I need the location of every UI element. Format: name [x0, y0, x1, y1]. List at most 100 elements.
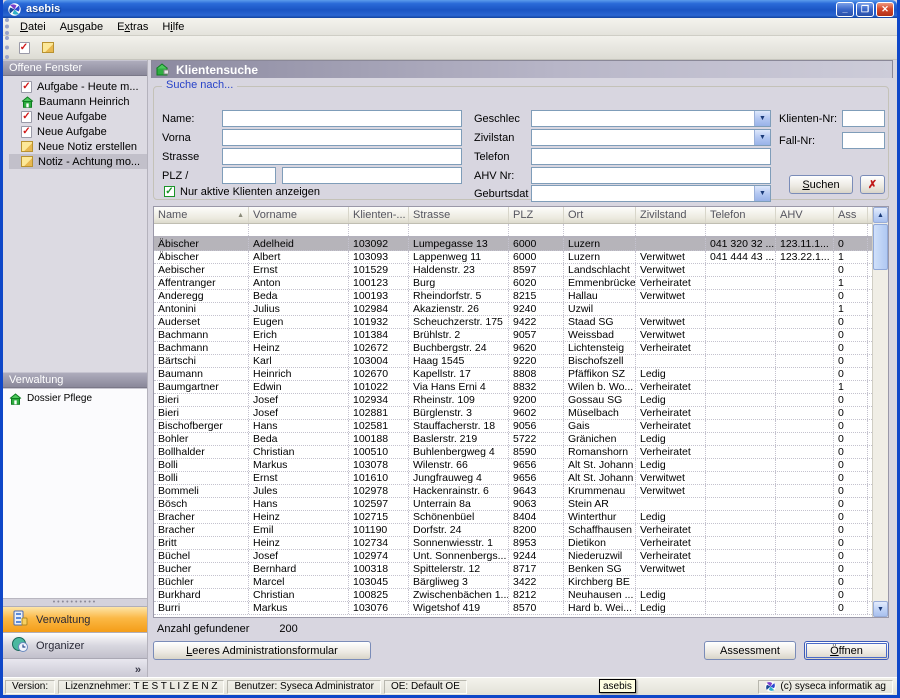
filter-cell[interactable]	[706, 224, 776, 236]
filter-cell[interactable]	[636, 224, 706, 236]
table-row[interactable]: AntoniniJulius102984Akazienstr. 269240Uz…	[154, 303, 888, 316]
table-cell: Bollhalder	[154, 446, 249, 458]
close-button[interactable]: ✕	[876, 2, 894, 17]
filter-cell[interactable]	[154, 224, 249, 236]
table-row[interactable]: BohlerBeda100188Baslerstr. 2195722Gränic…	[154, 433, 888, 446]
filter-cell[interactable]	[834, 224, 868, 236]
vertical-scrollbar[interactable]: ▲ ▼	[872, 207, 888, 617]
table-row[interactable]: BöschHans102597Unterrain 8a9063Stein AR0	[154, 498, 888, 511]
table-row[interactable]: BurriMarkus103076Wigetshof 4198570Hard b…	[154, 602, 888, 615]
menu-item-extras[interactable]: Extras	[110, 19, 155, 35]
table-row[interactable]: BollhalderChristian100510Buhlenbergweg 4…	[154, 446, 888, 459]
filter-cell[interactable]	[776, 224, 834, 236]
column-header-plz[interactable]: PLZ	[509, 207, 564, 223]
nav-button-verwaltung[interactable]: Verwaltung	[3, 606, 147, 632]
table-row[interactable]: BachmannErich101384Brühlstr. 29057Weissb…	[154, 329, 888, 342]
column-header-strasse[interactable]: Strasse	[409, 207, 509, 223]
vorname-input[interactable]	[222, 129, 462, 146]
column-header-vorname[interactable]: Vorname	[249, 207, 349, 223]
sidebar-item-aufgabe-heute-m[interactable]: ✓Aufgabe - Heute m...	[9, 79, 147, 94]
table-row[interactable]: BaumannHeinrich102670Kapellstr. 178808Pf…	[154, 368, 888, 381]
nav-button-organizer[interactable]: Organizer	[3, 632, 147, 658]
restore-button[interactable]: ❐	[856, 2, 874, 17]
sidebar-item-baumann-heinrich[interactable]: Baumann Heinrich	[9, 94, 147, 109]
table-row[interactable]: BolliErnst101610Jungfrauweg 49656Alt St.…	[154, 472, 888, 485]
new-task-button[interactable]: ✓	[13, 38, 35, 58]
table-cell: 9240	[509, 303, 564, 315]
strasse-input[interactable]	[222, 148, 462, 165]
scrollbar-thumb[interactable]	[873, 224, 888, 270]
geschlecht-select[interactable]: ▼	[531, 110, 771, 127]
column-header-klienten[interactable]: Klienten-...	[349, 207, 409, 223]
menu-item-hilfe[interactable]: Hilfe	[155, 19, 191, 35]
admin-form-button[interactable]: Leeres Administrationsformular	[153, 641, 371, 660]
ort-input[interactable]	[282, 167, 462, 184]
filter-cell[interactable]	[349, 224, 409, 236]
assessment-button[interactable]: Assessment	[704, 641, 796, 660]
table-cell: 102984	[349, 303, 409, 315]
table-row[interactable]: ÄbischerAdelheid103092Lumpegasse 136000L…	[154, 238, 888, 251]
minimize-button[interactable]: _	[836, 2, 854, 17]
table-cell	[776, 472, 834, 484]
filter-cell[interactable]	[564, 224, 636, 236]
clear-filter-button[interactable]: ✗	[860, 175, 885, 194]
sidebar-item-dossier-pflege[interactable]: Dossier Pflege	[6, 391, 147, 406]
column-header-ass[interactable]: Ass	[834, 207, 868, 223]
active-clients-checkbox[interactable]: ✓	[164, 186, 175, 197]
ahv-input[interactable]	[531, 167, 771, 184]
filter-cell[interactable]	[249, 224, 349, 236]
table-cell	[706, 342, 776, 354]
table-row[interactable]: BrittHeinz102734Sonnenwiesstr. 18953Diet…	[154, 537, 888, 550]
name-input[interactable]	[222, 110, 462, 127]
table-row[interactable]: BüchelJosef102974Unt. Sonnenbergs...9244…	[154, 550, 888, 563]
column-header-ort[interactable]: Ort	[564, 207, 636, 223]
scrollbar-track[interactable]	[873, 270, 888, 601]
table-row[interactable]: BurkhardChristian100825Zwischenbächen 1.…	[154, 589, 888, 602]
table-cell: Jungfrauweg 4	[409, 472, 509, 484]
table-row[interactable]: AudersetEugen101932Scheuchzerstr. 175942…	[154, 316, 888, 329]
open-windows-header: Offene Fenster	[3, 60, 147, 76]
klienten-nr-input[interactable]	[842, 110, 885, 127]
table-row[interactable]: AndereggBeda100193Rheindorfstr. 58215Hal…	[154, 290, 888, 303]
sidebar-item-neue-notiz-erstellen[interactable]: Neue Notiz erstellen	[9, 139, 147, 154]
open-button[interactable]: Öffnen	[804, 641, 889, 660]
filter-cell[interactable]	[509, 224, 564, 236]
table-row[interactable]: BommeliJules102978Hackenrainstr. 69643Kr…	[154, 485, 888, 498]
table-row[interactable]: ÄbischerAlbert103093Lappenweg 116000Luze…	[154, 251, 888, 264]
column-header-zivilstand[interactable]: Zivilstand	[636, 207, 706, 223]
scroll-down-icon[interactable]: ▼	[873, 601, 888, 617]
telefon-input[interactable]	[531, 148, 771, 165]
table-row[interactable]: BieriJosef102934Rheinstr. 1099200Gossau …	[154, 394, 888, 407]
table-row[interactable]: BischofbergerHans102581Stauffacherstr. 1…	[154, 420, 888, 433]
zivilstand-select[interactable]: ▼	[531, 129, 771, 146]
plz-input[interactable]	[222, 167, 276, 184]
menu-item-datei[interactable]: Datei	[13, 19, 53, 35]
sidebar-item-notiz-achtung-mo[interactable]: Notiz - Achtung mo...	[9, 154, 147, 169]
sidebar-item-neue-aufgabe[interactable]: ✓Neue Aufgabe	[9, 109, 147, 124]
table-row[interactable]: BachmannHeinz102672Buchbergstr. 249620Li…	[154, 342, 888, 355]
new-note-button[interactable]	[37, 38, 59, 58]
column-header-ahv[interactable]: AHV	[776, 207, 834, 223]
table-row[interactable]: BüchlerMarcel103045Bärgliweg 33422Kirchb…	[154, 576, 888, 589]
filter-cell[interactable]	[409, 224, 509, 236]
table-row[interactable]: AffentrangerAnton100123Burg6020Emmenbrüc…	[154, 277, 888, 290]
search-button[interactable]: Suchen	[789, 175, 853, 194]
table-cell	[636, 303, 706, 315]
table-row[interactable]: AebischerErnst101529Haldenstr. 238597Lan…	[154, 264, 888, 277]
table-row[interactable]: BaumgartnerEdwin101022Via Hans Erni 4883…	[154, 381, 888, 394]
table-row[interactable]: BracherEmil101190Dorfstr. 248200Schaffha…	[154, 524, 888, 537]
table-row[interactable]: BieriJosef102881Bürglenstr. 39602Müselba…	[154, 407, 888, 420]
nav-resize-handle[interactable]: ••••••••••	[3, 598, 147, 606]
fall-nr-input[interactable]	[842, 132, 885, 149]
column-header-name[interactable]: Name▲	[154, 207, 249, 223]
sidebar-item-neue-aufgabe[interactable]: ✓Neue Aufgabe	[9, 124, 147, 139]
geburtsdatum-select[interactable]: ▼	[531, 185, 771, 202]
menu-item-ausgabe[interactable]: Ausgabe	[53, 19, 110, 35]
scroll-up-icon[interactable]: ▲	[873, 207, 888, 223]
table-cell	[776, 420, 834, 432]
table-row[interactable]: BärtschiKarl103004Haag 15459220Bischofsz…	[154, 355, 888, 368]
table-row[interactable]: BolliMarkus103078Wilenstr. 669656Alt St.…	[154, 459, 888, 472]
table-row[interactable]: BracherHeinz102715Schönenbüel8404Wintert…	[154, 511, 888, 524]
column-header-telefon[interactable]: Telefon	[706, 207, 776, 223]
table-row[interactable]: BucherBernhard100318Spittelerstr. 128717…	[154, 563, 888, 576]
